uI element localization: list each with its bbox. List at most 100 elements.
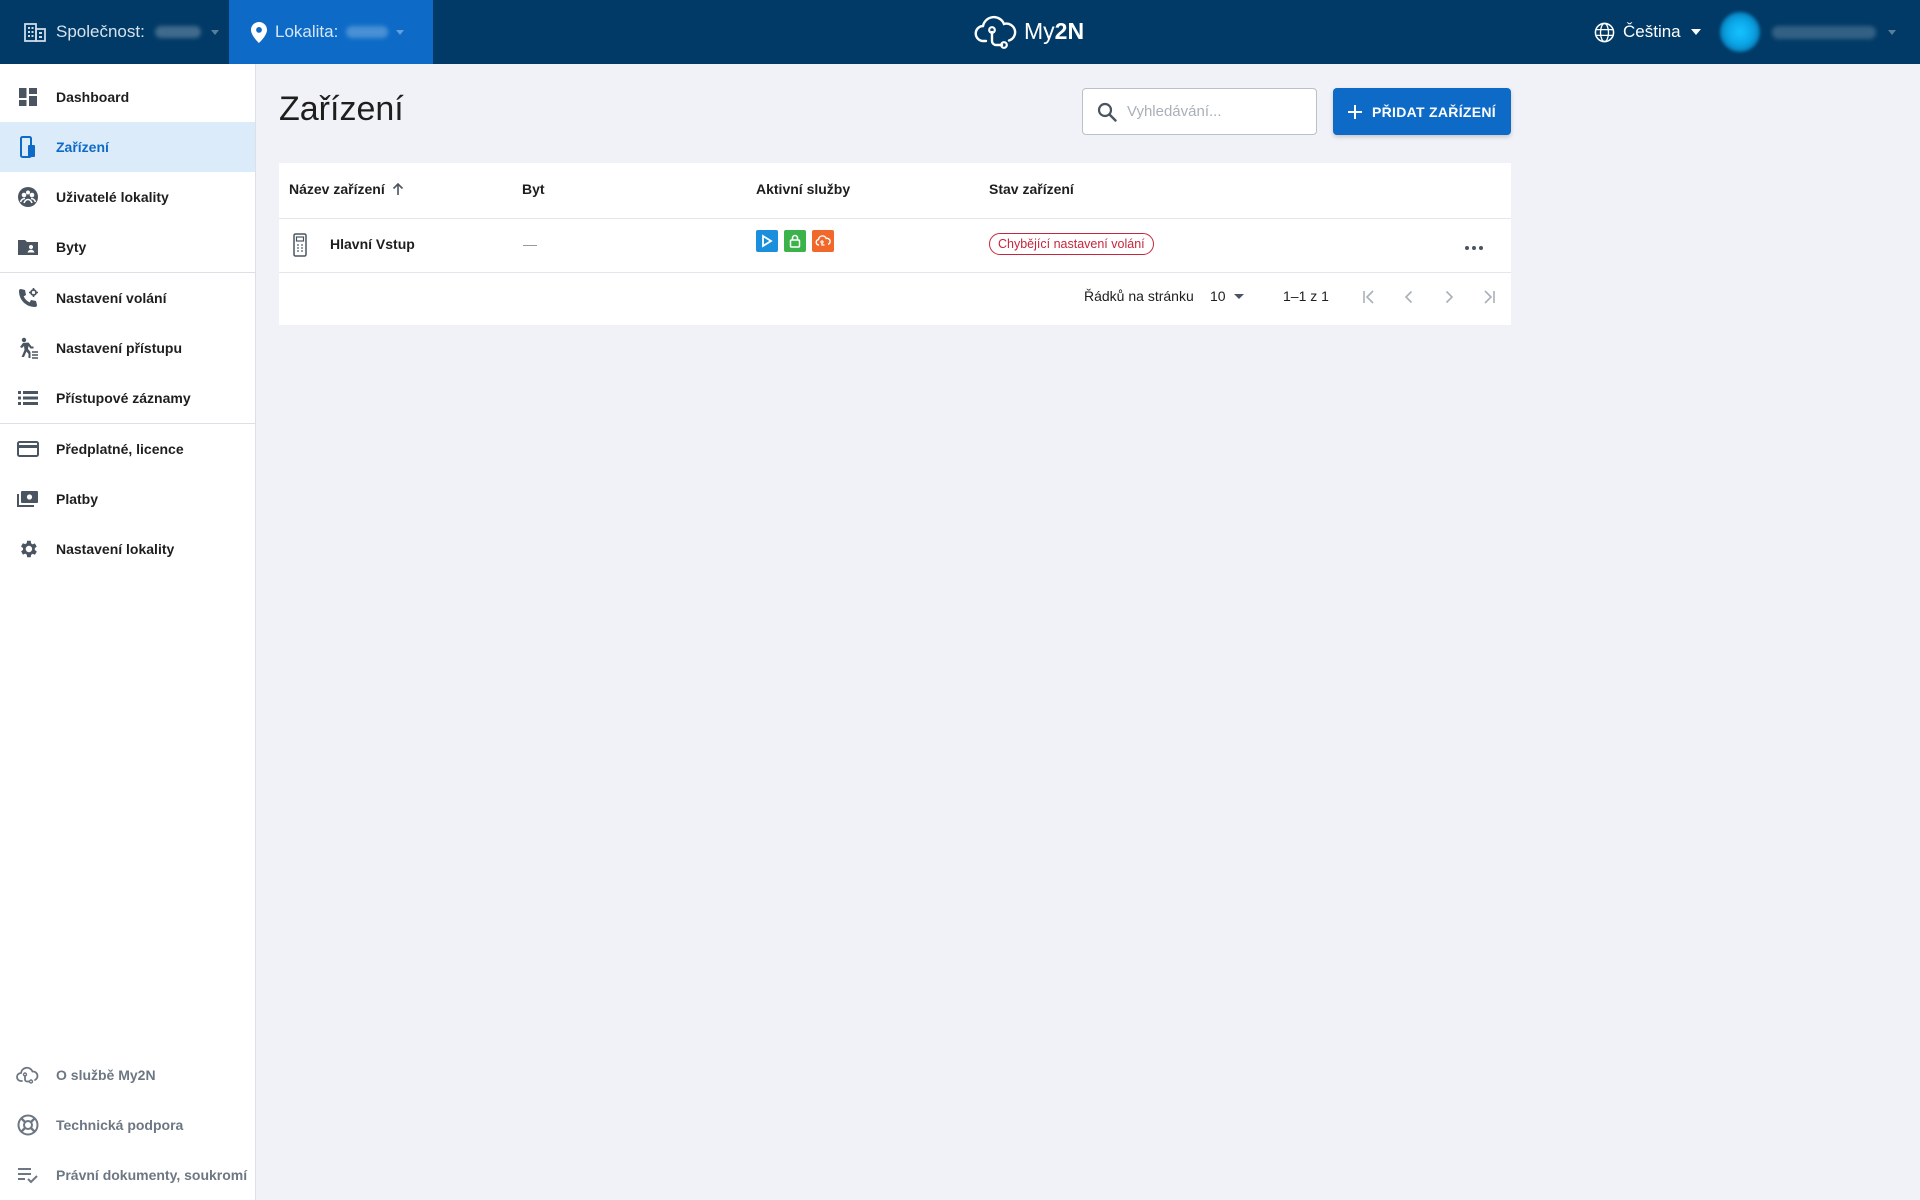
access-icon: [16, 336, 40, 360]
device-type-icon: [293, 233, 307, 257]
sidebar-item-site-users[interactable]: Uživatelé lokality: [0, 172, 255, 222]
last-page-icon: [1484, 290, 1495, 304]
sidebar: Dashboard Zařízení Uživatelé lokality By…: [0, 64, 256, 1200]
last-page-button[interactable]: [1477, 285, 1501, 309]
sidebar-item-devices[interactable]: Zařízení: [0, 122, 255, 172]
add-device-label: PŘIDAT ZAŘÍZENÍ: [1371, 103, 1496, 120]
first-page-icon: [1363, 290, 1374, 304]
sort-ascending-icon[interactable]: [391, 182, 405, 196]
page-title: Zařízení: [279, 90, 404, 128]
sidebar-item-access-logs[interactable]: Přístupové záznamy: [0, 373, 255, 423]
company-label: Společnost:: [56, 22, 145, 41]
status-badge: Chybějící nastavení volání: [989, 233, 1154, 255]
sidebar-item-label: Nastavení volání: [56, 290, 167, 306]
site-label: Lokalita:: [275, 22, 339, 41]
chevron-down-icon: [210, 29, 219, 35]
gear-icon: [16, 537, 40, 561]
cloud-service-icon: [812, 230, 834, 252]
more-dot: [1472, 246, 1476, 250]
sidebar-item-label: Zařízení: [56, 139, 109, 155]
first-page-button[interactable]: [1357, 285, 1381, 309]
user-menu[interactable]: [1720, 0, 1896, 64]
top-bar: Společnost: Lokalita: My2N Čeština: [0, 0, 1920, 64]
sidebar-item-label: Právní dokumenty, soukromí: [56, 1167, 248, 1183]
column-header-name[interactable]: Název zařízení: [289, 181, 405, 197]
column-header-services[interactable]: Aktivní služby: [756, 181, 850, 197]
sidebar-item-label: O službě My2N: [56, 1067, 156, 1083]
sidebar-item-label: Nastavení přístupu: [56, 340, 183, 356]
rows-per-page-value: 10: [1210, 288, 1226, 304]
status-badge-wrap: Chybějící nastavení volání: [989, 233, 1154, 255]
more-dot: [1465, 246, 1469, 250]
apartments-icon: [16, 235, 40, 259]
device-icon: [16, 135, 40, 159]
mobile-video-service-icon: [756, 230, 778, 252]
phone-settings-icon: [16, 286, 40, 310]
company-selector[interactable]: Společnost:: [0, 0, 229, 64]
payments-icon: [16, 487, 40, 511]
chevron-right-icon: [1445, 290, 1454, 304]
chevron-down-icon: [396, 29, 405, 35]
plus-icon: [1347, 104, 1362, 119]
chevron-left-icon: [1404, 290, 1413, 304]
sidebar-item-label: Dashboard: [56, 89, 130, 105]
site-value-redacted: [346, 26, 389, 38]
users-icon: [16, 185, 40, 209]
sidebar-item-label: Technická podpora: [56, 1117, 184, 1133]
sidebar-item-access-settings[interactable]: Nastavení přístupu: [0, 323, 255, 373]
more-dot: [1479, 246, 1483, 250]
sidebar-item-about[interactable]: O službě My2N: [0, 1050, 255, 1100]
sidebar-item-label: Uživatelé lokality: [56, 189, 169, 205]
location-pin-icon: [251, 21, 267, 43]
rows-per-page-select[interactable]: 10: [1210, 288, 1244, 304]
my2n-logo: My2N: [974, 12, 1084, 50]
building-icon: [24, 23, 46, 42]
sidebar-item-subscription[interactable]: Předplatné, licence: [0, 424, 255, 474]
search-box[interactable]: [1082, 88, 1317, 135]
devices-table: Název zařízení Byt Aktivní služby Stav z…: [279, 163, 1511, 325]
lock-service-icon: [784, 230, 806, 252]
rows-per-page-label: Řádků na stránku: [1084, 288, 1194, 304]
logo-text-2n: 2N: [1054, 17, 1085, 44]
chevron-down-icon: [1233, 293, 1244, 299]
pagination-range: 1–1 z 1: [1283, 288, 1329, 304]
sidebar-item-label: Platby: [56, 491, 99, 507]
list-icon: [16, 386, 40, 410]
logo-text-my: My: [1024, 17, 1055, 44]
previous-page-button[interactable]: [1397, 285, 1421, 309]
column-header-apartment[interactable]: Byt: [522, 181, 545, 197]
sidebar-item-apartments[interactable]: Byty: [0, 222, 255, 272]
column-header-status[interactable]: Stav zařízení: [989, 181, 1074, 197]
lifebuoy-icon: [16, 1113, 40, 1137]
row-divider: [279, 272, 1511, 273]
company-value-redacted: [154, 26, 201, 38]
card-icon: [16, 437, 40, 461]
sidebar-item-legal[interactable]: Právní dokumenty, soukromí: [0, 1150, 255, 1200]
device-apartment: —: [523, 236, 537, 252]
sidebar-item-site-settings[interactable]: Nastavení lokality: [0, 524, 255, 574]
user-name-redacted: [1772, 25, 1876, 39]
cloud-icon: [16, 1063, 40, 1087]
language-label: Čeština: [1623, 22, 1681, 41]
search-input[interactable]: [1127, 103, 1297, 120]
add-device-button[interactable]: PŘIDAT ZAŘÍZENÍ: [1333, 88, 1511, 135]
sidebar-item-dashboard[interactable]: Dashboard: [0, 72, 255, 122]
column-header-label: Byt: [522, 181, 545, 197]
sidebar-item-payments[interactable]: Platby: [0, 474, 255, 524]
device-name[interactable]: Hlavní Vstup: [330, 236, 415, 252]
cloud-logo-icon: [974, 15, 1017, 49]
sidebar-item-call-settings[interactable]: Nastavení volání: [0, 273, 255, 323]
column-header-label: Aktivní služby: [756, 181, 851, 197]
language-selector[interactable]: Čeština: [1594, 0, 1701, 64]
sidebar-item-support[interactable]: Technická podpora: [0, 1100, 255, 1150]
dashboard-icon: [16, 85, 40, 109]
next-page-button[interactable]: [1437, 285, 1461, 309]
globe-icon: [1594, 22, 1615, 42]
avatar: [1720, 12, 1760, 52]
header-divider: [279, 218, 1511, 219]
sidebar-item-label: Nastavení lokality: [56, 541, 175, 557]
site-selector[interactable]: Lokalita:: [229, 0, 433, 64]
search-icon: [1097, 102, 1117, 122]
row-actions-button[interactable]: [1465, 246, 1483, 250]
document-check-icon: [16, 1163, 40, 1187]
